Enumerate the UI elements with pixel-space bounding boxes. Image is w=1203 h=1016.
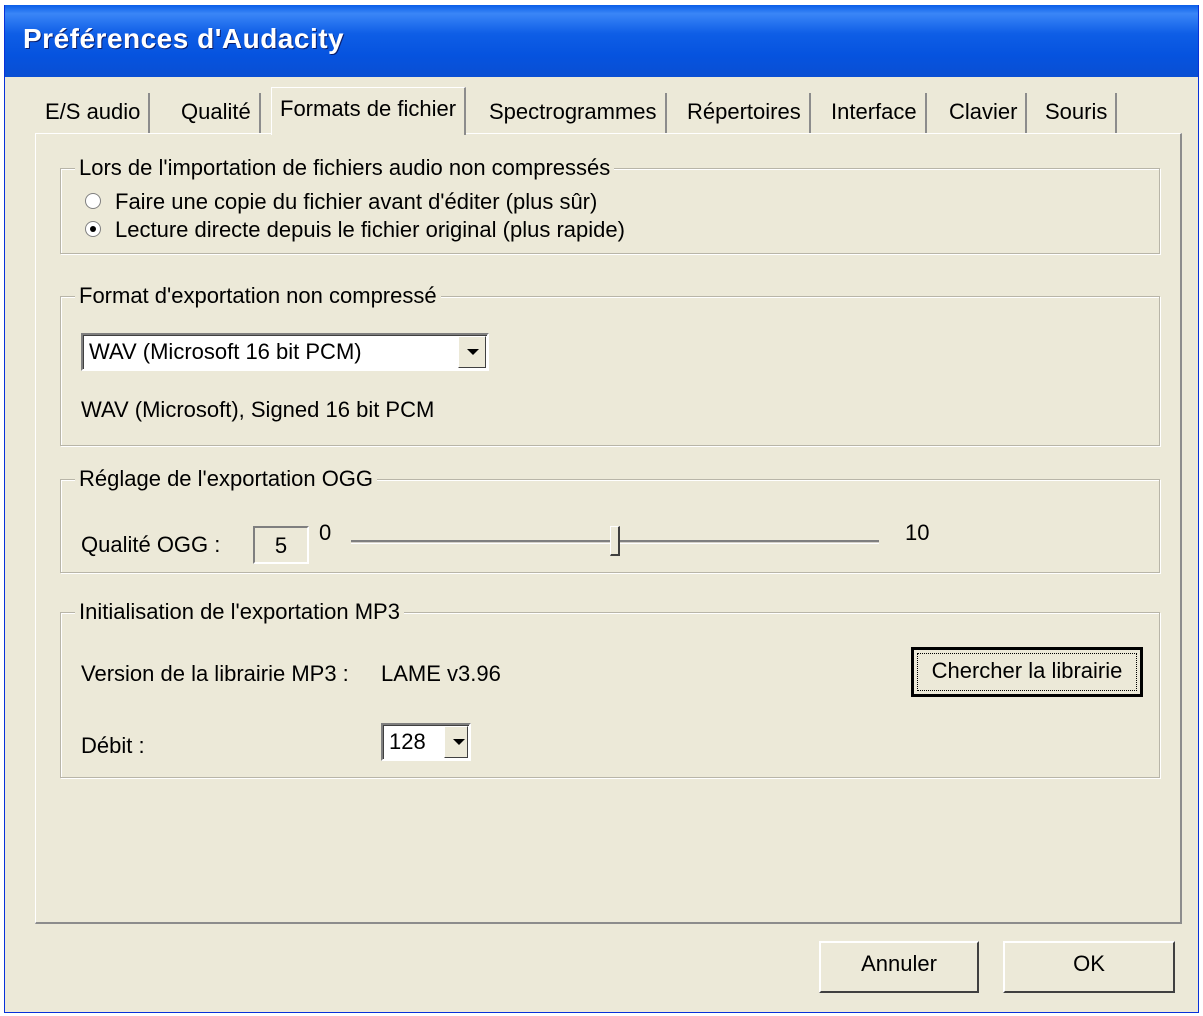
export-format-group-title: Format d'exportation non compressé bbox=[75, 283, 441, 309]
mp3-version-value: LAME v3.96 bbox=[381, 661, 501, 686]
tab-clavier[interactable]: Clavier bbox=[941, 93, 1028, 133]
title-bar[interactable]: Préférences d'Audacity bbox=[5, 5, 1198, 77]
ogg-min-label: 0 bbox=[319, 520, 332, 545]
chevron-down-icon[interactable] bbox=[458, 336, 486, 368]
import-group-title: Lors de l'importation de fichiers audio … bbox=[75, 155, 615, 181]
radio-copy-before-edit[interactable]: Faire une copie du fichier avant d'édite… bbox=[85, 189, 597, 215]
ok-button[interactable]: OK bbox=[1003, 941, 1175, 993]
export-format-groupbox: Format d'exportation non compressé WAV (… bbox=[60, 283, 1160, 446]
tab-repertoires[interactable]: Répertoires bbox=[679, 93, 811, 133]
export-format-value: WAV (Microsoft 16 bit PCM) bbox=[89, 339, 362, 364]
ogg-max-label: 10 bbox=[905, 520, 930, 545]
window-title: Préférences d'Audacity bbox=[23, 23, 345, 54]
tab-interface[interactable]: Interface bbox=[823, 93, 927, 133]
radio-unchecked-icon[interactable] bbox=[85, 193, 101, 210]
ogg-quality-label: Qualité OGG : bbox=[81, 532, 221, 557]
chevron-down-icon[interactable] bbox=[444, 726, 468, 758]
bitrate-select[interactable]: 128 bbox=[381, 723, 471, 761]
mp3-groupbox: Initialisation de l'exportation MP3 Vers… bbox=[60, 599, 1160, 778]
tab-spectrogrammes[interactable]: Spectrogrammes bbox=[481, 93, 667, 133]
export-format-description: WAV (Microsoft), Signed 16 bit PCM bbox=[81, 397, 435, 422]
radio-checked-icon[interactable] bbox=[85, 221, 101, 238]
export-format-select[interactable]: WAV (Microsoft 16 bit PCM) bbox=[81, 333, 489, 371]
slider-thumb[interactable] bbox=[610, 526, 620, 556]
radio-direct-read[interactable]: Lecture directe depuis le fichier origin… bbox=[85, 217, 625, 243]
ogg-quality-field[interactable]: 5 bbox=[253, 526, 309, 564]
import-groupbox: Lors de l'importation de fichiers audio … bbox=[60, 155, 1160, 254]
tab-formats-de-fichier[interactable]: Formats de fichier bbox=[271, 87, 467, 135]
tab-qualite[interactable]: Qualité bbox=[173, 93, 261, 133]
ogg-group-title: Réglage de l'exportation OGG bbox=[75, 466, 378, 492]
ogg-groupbox: Réglage de l'exportation OGG Qualité OGG… bbox=[60, 466, 1160, 573]
tab-es-audio[interactable]: E/S audio bbox=[37, 93, 151, 133]
mp3-version-label: Version de la librairie MP3 : bbox=[81, 661, 349, 686]
tab-pane-formats: Lors de l'importation de fichiers audio … bbox=[35, 133, 1182, 924]
find-library-button[interactable]: Chercher la librairie bbox=[911, 647, 1143, 697]
bitrate-value: 128 bbox=[389, 729, 426, 754]
cancel-button[interactable]: Annuler bbox=[819, 941, 979, 993]
mp3-group-title: Initialisation de l'exportation MP3 bbox=[75, 599, 404, 625]
bitrate-label: Débit : bbox=[81, 733, 145, 758]
tab-souris[interactable]: Souris bbox=[1037, 93, 1118, 133]
preferences-window: Préférences d'Audacity E/S audio Qualité… bbox=[4, 5, 1199, 1013]
